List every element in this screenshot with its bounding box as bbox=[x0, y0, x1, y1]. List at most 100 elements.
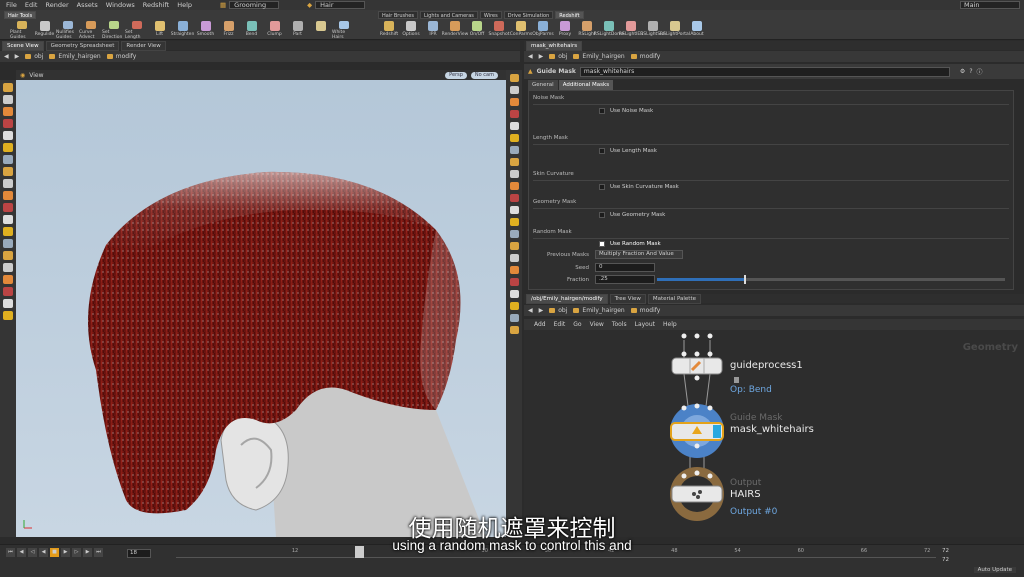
shelf-tool[interactable]: Nullifies Guides bbox=[56, 20, 79, 40]
shelf-tool[interactable]: Lift bbox=[148, 20, 171, 40]
menu-file[interactable]: File bbox=[6, 1, 17, 9]
shelf-tool[interactable]: Options bbox=[400, 20, 422, 40]
toolbar-tool-icon[interactable] bbox=[509, 98, 519, 106]
fraction-field[interactable]: .25 bbox=[595, 275, 655, 284]
checkbox-use-skin-curvature[interactable]: Use Skin Curvature Mask bbox=[599, 184, 679, 190]
shelf-tab[interactable]: Wires bbox=[479, 11, 502, 19]
toolbar-tool-icon[interactable] bbox=[3, 95, 13, 104]
toolbar-tool-icon[interactable] bbox=[3, 167, 13, 176]
shelf-tool[interactable]: ObjParms bbox=[532, 20, 554, 40]
shelf-tool[interactable]: White Hairs bbox=[332, 20, 355, 40]
scene-viewport[interactable] bbox=[16, 80, 506, 537]
toolbar-tool-icon[interactable] bbox=[3, 83, 13, 92]
menu-assets[interactable]: Assets bbox=[77, 1, 98, 9]
shelf-tab[interactable]: Redshift bbox=[555, 11, 584, 19]
menu-windows[interactable]: Windows bbox=[106, 1, 135, 9]
shelf-tool[interactable]: RSLightSun bbox=[640, 20, 666, 40]
tab-material-palette[interactable]: Material Palette bbox=[647, 293, 701, 304]
shelf-tool[interactable]: Regulide bbox=[33, 20, 56, 40]
toolbar-tool-icon[interactable] bbox=[509, 230, 519, 238]
toolbar-tool-icon[interactable] bbox=[509, 206, 519, 214]
shelf-tool[interactable]: Set Length bbox=[125, 20, 148, 40]
node-name-field[interactable]: mask_whitehairs bbox=[579, 66, 950, 77]
breadcrumb-obj[interactable]: obj bbox=[549, 307, 567, 314]
shelf-tool[interactable]: RSLight bbox=[576, 20, 598, 40]
toolbar-tool-icon[interactable] bbox=[3, 131, 13, 140]
desktop-dropdown[interactable]: Main bbox=[960, 1, 1020, 9]
tab-render-view[interactable]: Render View bbox=[121, 40, 166, 51]
menu-help[interactable]: Help bbox=[177, 1, 192, 9]
camera-persp-badge[interactable]: Persp bbox=[445, 71, 467, 79]
workspace-selector[interactable]: ▦ Grooming bbox=[220, 1, 280, 9]
shelf-tool[interactable]: RSLightIES bbox=[619, 20, 643, 40]
shelf-tool[interactable]: Redshift bbox=[378, 20, 400, 40]
toolbar-tool-icon[interactable] bbox=[509, 266, 519, 274]
menu-render[interactable]: Render bbox=[45, 1, 68, 9]
toolbar-tool-icon[interactable] bbox=[3, 107, 13, 116]
toolbar-tool-icon[interactable] bbox=[509, 254, 519, 262]
toolbar-tool-icon[interactable] bbox=[509, 158, 519, 166]
auto-update-button[interactable]: Auto Update bbox=[973, 567, 1016, 573]
shelf-tab[interactable]: Drive Simulation bbox=[503, 11, 554, 19]
shelf-tool[interactable]: Frizz bbox=[217, 20, 240, 40]
net-menu-view[interactable]: View bbox=[590, 321, 604, 328]
tab-scene-view[interactable]: Scene View bbox=[2, 40, 44, 51]
toolbar-tool-icon[interactable] bbox=[509, 218, 519, 226]
toolbar-tool-icon[interactable] bbox=[3, 119, 13, 128]
shelf-tab[interactable]: Lights and Cameras bbox=[419, 11, 478, 19]
toolbar-tool-icon[interactable] bbox=[509, 242, 519, 250]
toolbar-tool-icon[interactable] bbox=[3, 275, 13, 284]
toolbar-tool-icon[interactable] bbox=[509, 86, 519, 94]
net-menu-edit[interactable]: Edit bbox=[554, 321, 566, 328]
net-menu-tools[interactable]: Tools bbox=[612, 321, 627, 328]
shelf-tool[interactable]: On/Off bbox=[466, 20, 488, 40]
shelf-tool[interactable]: RSLightDome bbox=[594, 20, 624, 40]
seed-field[interactable]: 0 bbox=[595, 263, 655, 272]
tab-geometry-spreadsheet[interactable]: Geometry Spreadsheet bbox=[45, 40, 120, 51]
shelf-tool[interactable]: Proxy bbox=[554, 20, 576, 40]
node-label-mask-whitehairs[interactable]: mask_whitehairs bbox=[730, 424, 814, 435]
context-dropdown[interactable]: Hair bbox=[315, 1, 366, 9]
tab-additional-masks[interactable]: Additional Masks bbox=[558, 80, 614, 90]
back-arrow-icon[interactable]: ◀ bbox=[4, 53, 9, 60]
gear-icon[interactable]: ⚙ bbox=[960, 68, 965, 75]
net-menu-add[interactable]: Add bbox=[534, 321, 546, 328]
node-label-guideprocess1[interactable]: guideprocess1 bbox=[730, 360, 803, 371]
shelf-tool[interactable]: Curve Advect bbox=[79, 20, 102, 40]
net-menu-layout[interactable]: Layout bbox=[635, 321, 655, 328]
shelf-tab-hair-tools[interactable]: Hair Tools bbox=[4, 11, 37, 19]
toolbar-tool-icon[interactable] bbox=[3, 215, 13, 224]
network-editor[interactable]: Geometry guideprocess1 Op: Bend Guide Ma… bbox=[524, 330, 1024, 537]
toolbar-tool-icon[interactable] bbox=[3, 263, 13, 272]
fraction-slider-handle[interactable] bbox=[744, 275, 746, 284]
shelf-tool[interactable]: IPR bbox=[422, 20, 444, 40]
toolbar-tool-icon[interactable] bbox=[3, 287, 13, 296]
menu-redshift[interactable]: Redshift bbox=[143, 1, 169, 9]
net-menu-go[interactable]: Go bbox=[573, 321, 581, 328]
shelf-tool[interactable]: Part bbox=[286, 20, 309, 40]
workspace-dropdown[interactable]: Grooming bbox=[229, 1, 280, 9]
toolbar-tool-icon[interactable] bbox=[3, 143, 13, 152]
toolbar-tool-icon[interactable] bbox=[3, 239, 13, 248]
checkbox-use-length-mask[interactable]: Use Length Mask bbox=[599, 148, 657, 154]
toolbar-tool-icon[interactable] bbox=[509, 134, 519, 142]
shelf-tool[interactable] bbox=[309, 20, 332, 40]
breadcrumb-emily[interactable]: Emily_hairgen bbox=[573, 53, 625, 60]
shelf-tool[interactable]: Snapshot bbox=[488, 20, 510, 40]
shelf-tool[interactable]: Bend bbox=[240, 20, 263, 40]
toolbar-tool-icon[interactable] bbox=[3, 299, 13, 308]
back-arrow-icon[interactable]: ◀ bbox=[528, 53, 533, 60]
breadcrumb-obj[interactable]: obj bbox=[25, 53, 43, 60]
shelf-tool[interactable]: Set Direction bbox=[102, 20, 125, 40]
toolbar-tool-icon[interactable] bbox=[509, 194, 519, 202]
toolbar-tool-icon[interactable] bbox=[3, 251, 13, 260]
toolbar-tool-icon[interactable] bbox=[509, 326, 519, 334]
breadcrumb-obj[interactable]: obj bbox=[549, 53, 567, 60]
toolbar-tool-icon[interactable] bbox=[3, 203, 13, 212]
shelf-tool[interactable]: RenderView bbox=[442, 20, 468, 40]
forward-arrow-icon[interactable]: ▶ bbox=[539, 53, 544, 60]
breadcrumb-emily[interactable]: Emily_hairgen bbox=[573, 307, 625, 314]
toolbar-tool-icon[interactable] bbox=[3, 227, 13, 236]
checkbox-use-noise-mask[interactable]: Use Noise Mask bbox=[599, 108, 653, 114]
toolbar-tool-icon[interactable] bbox=[509, 278, 519, 286]
